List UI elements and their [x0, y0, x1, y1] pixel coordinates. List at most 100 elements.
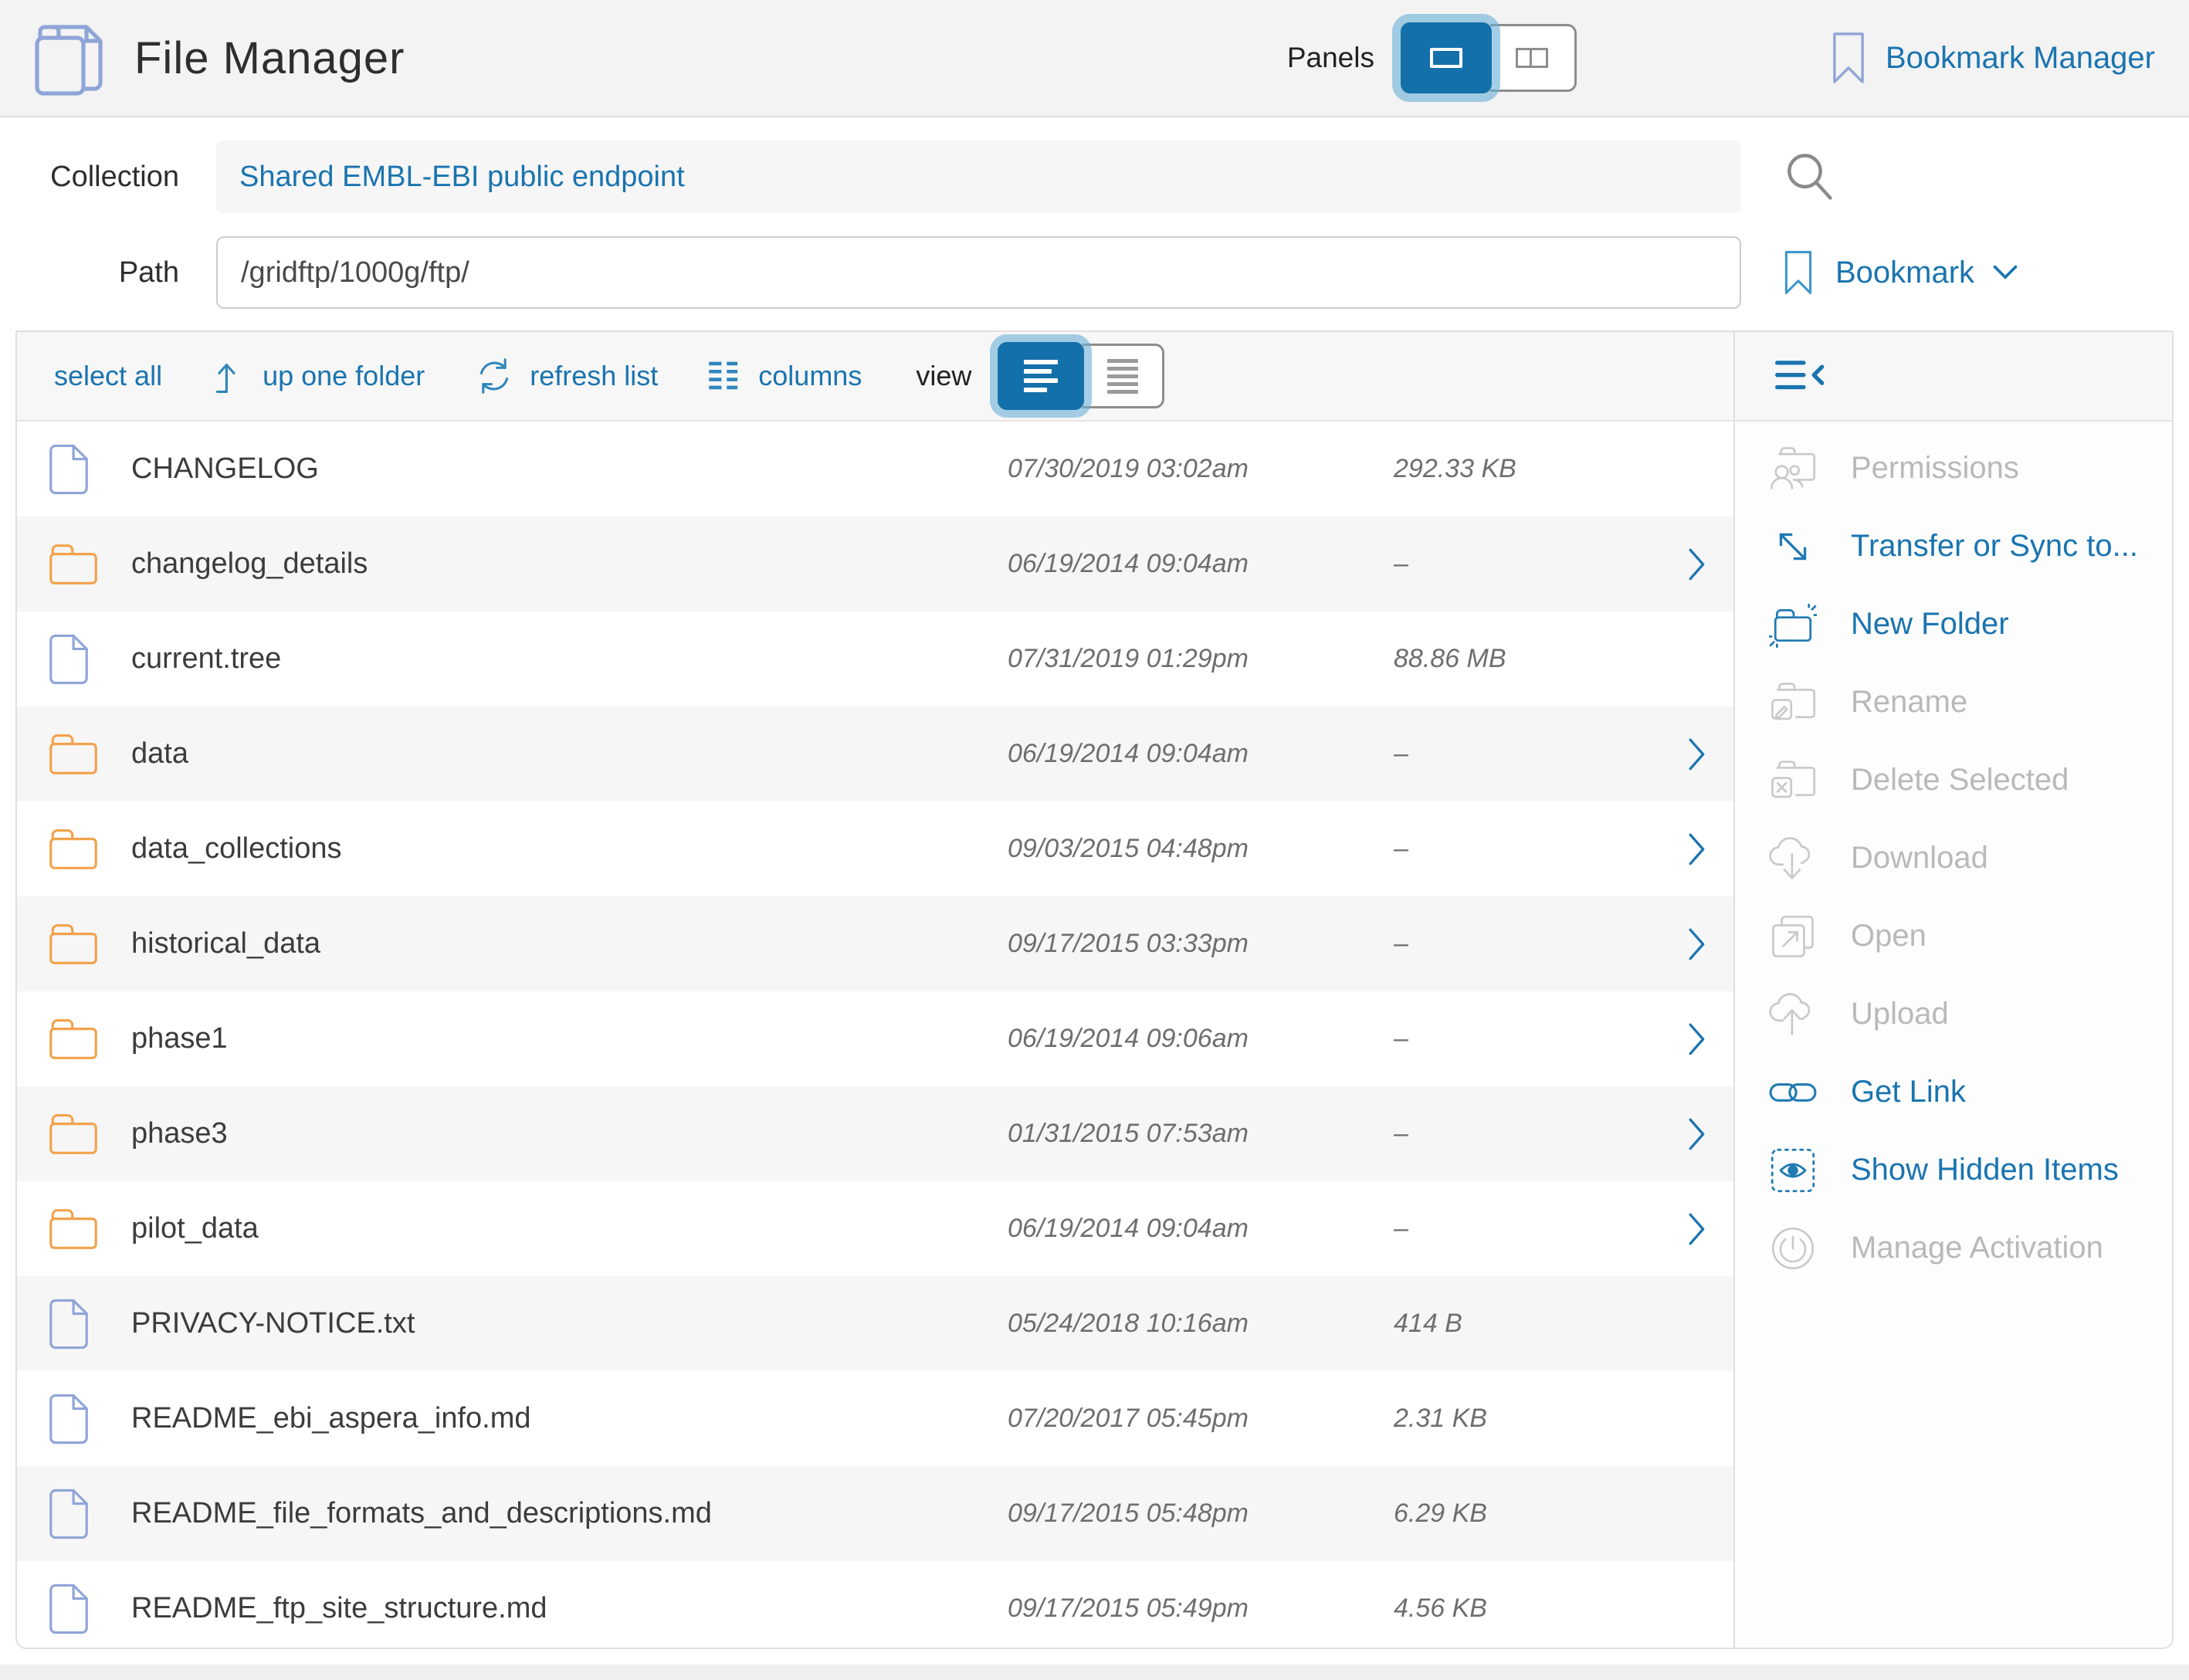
show-hidden-icon: [1769, 1147, 1829, 1194]
file-name: pilot_data: [131, 1212, 1008, 1245]
file-size: 88.86 MB: [1394, 644, 1649, 674]
file-manager-page: File Manager Panels Bookmark Manager Col…: [0, 0, 2189, 1680]
file-modified-date: 09/17/2015 03:33pm: [1008, 929, 1394, 959]
columns-button[interactable]: columns: [707, 359, 862, 393]
sidebar-header: [1735, 332, 2172, 422]
select-all-button[interactable]: select all: [54, 360, 162, 392]
view-label: view: [916, 360, 971, 392]
file-name: changelog_details: [131, 547, 1008, 581]
file-size: –: [1394, 549, 1649, 579]
path-row: Path Bookmark: [34, 236, 2189, 309]
file-row[interactable]: data06/19/2014 09:04am–: [17, 706, 1733, 801]
file-icon: [48, 444, 131, 495]
delete-icon: [1769, 757, 1829, 804]
bookmark-icon: [1784, 250, 1812, 295]
collection-field[interactable]: Shared EMBL-EBI public endpoint: [216, 141, 1741, 213]
file-size: –: [1394, 1214, 1649, 1244]
refresh-list-button[interactable]: refresh list: [474, 356, 658, 396]
file-icon: [48, 634, 131, 685]
chevron-right-icon[interactable]: [1687, 832, 1718, 866]
sidebar-item-rename: Rename: [1735, 663, 2172, 741]
chevron-down-icon: [1993, 265, 2018, 280]
search-button[interactable]: [1784, 151, 1834, 202]
file-row[interactable]: current.tree07/31/2019 01:29pm88.86 MB: [17, 611, 1733, 706]
file-row[interactable]: pilot_data06/19/2014 09:04am–: [17, 1181, 1733, 1276]
file-name: current.tree: [131, 642, 1008, 676]
file-name: data: [131, 737, 1008, 771]
file-manager-icon: [34, 18, 105, 98]
file-modified-date: 07/31/2019 01:29pm: [1008, 644, 1394, 674]
file-row[interactable]: data_collections09/03/2015 04:48pm–: [17, 801, 1733, 896]
sidebar-item-label: Permissions: [1851, 451, 2019, 486]
file-row[interactable]: README_file_formats_and_descriptions.md0…: [17, 1466, 1733, 1561]
file-name: PRIVACY-NOTICE.txt: [131, 1307, 1008, 1340]
sidebar-item-label: Transfer or Sync to...: [1851, 529, 2138, 564]
sidebar-item-get-link[interactable]: Get Link: [1735, 1053, 2172, 1131]
search-icon: [1784, 151, 1834, 202]
file-size: 6.29 KB: [1394, 1499, 1649, 1529]
new-folder-icon: [1769, 601, 1829, 648]
chevron-right-icon[interactable]: [1687, 737, 1718, 771]
file-name: phase3: [131, 1117, 1008, 1150]
single-panel-icon: [1430, 48, 1462, 68]
single-panel-button[interactable]: [1401, 22, 1492, 93]
file-row[interactable]: PRIVACY-NOTICE.txt05/24/2018 10:16am414 …: [17, 1276, 1733, 1371]
file-row[interactable]: CHANGELOG07/30/2019 03:02am292.33 KB: [17, 422, 1733, 517]
bookmark-manager-link[interactable]: Bookmark Manager: [1832, 31, 2155, 85]
sidebar-item-transfer-or-sync-to[interactable]: Transfer or Sync to...: [1735, 507, 2172, 585]
chevron-right-icon[interactable]: [1687, 1117, 1718, 1151]
file-name: README_ftp_site_structure.md: [131, 1592, 1008, 1625]
up-arrow-icon: [212, 357, 247, 395]
get-link-icon: [1769, 1069, 1829, 1116]
location-section: Collection Shared EMBL-EBI public endpoi…: [0, 117, 2189, 329]
file-size: 4.56 KB: [1394, 1594, 1649, 1624]
sidebar-item-new-folder[interactable]: New Folder: [1735, 585, 2172, 663]
file-modified-date: 06/19/2014 09:06am: [1008, 1024, 1394, 1054]
file-size: –: [1394, 929, 1649, 959]
file-row[interactable]: historical_data09/17/2015 03:33pm–: [17, 896, 1733, 991]
up-one-folder-label: up one folder: [263, 360, 425, 392]
file-row[interactable]: changelog_details06/19/2014 09:04am–: [17, 517, 1733, 611]
file-modified-date: 06/19/2014 09:04am: [1008, 1214, 1394, 1244]
sidebar-item-show-hidden-items[interactable]: Show Hidden Items: [1735, 1131, 2172, 1209]
file-icon: [48, 1489, 131, 1539]
file-row[interactable]: README_ftp_site_structure.md09/17/2015 0…: [17, 1561, 1733, 1648]
file-icon: [48, 1583, 131, 1634]
up-one-folder-button[interactable]: up one folder: [212, 357, 425, 395]
chevron-right-icon[interactable]: [1687, 927, 1718, 961]
file-size: 2.31 KB: [1394, 1404, 1649, 1434]
chevron-right-icon[interactable]: [1687, 1022, 1718, 1056]
open-icon: [1769, 913, 1829, 960]
sidebar-item-label: Get Link: [1851, 1075, 1966, 1109]
file-modified-date: 07/20/2017 05:45pm: [1008, 1404, 1394, 1434]
folder-icon: [48, 923, 131, 966]
condensed-view-button[interactable]: [1083, 344, 1164, 408]
manage-activation-icon: [1769, 1225, 1829, 1272]
file-row[interactable]: phase106/19/2014 09:06am–: [17, 991, 1733, 1086]
panels-toggle-group: Panels: [1287, 22, 1577, 93]
file-list: CHANGELOG07/30/2019 03:02am292.33 KBchan…: [17, 422, 1733, 1648]
dual-panel-button[interactable]: [1490, 24, 1577, 92]
file-name: historical_data: [131, 927, 1008, 960]
permissions-icon: [1769, 445, 1829, 492]
folder-icon: [48, 543, 131, 586]
view-toggle: [998, 342, 1164, 410]
file-name: README_file_formats_and_descriptions.md: [131, 1497, 1008, 1530]
bookmark-icon: [1832, 31, 1865, 85]
chevron-right-icon[interactable]: [1687, 1212, 1718, 1246]
file-modified-date: 01/31/2015 07:53am: [1008, 1119, 1394, 1149]
sidebar-item-label: Rename: [1851, 685, 1967, 720]
file-row[interactable]: phase301/31/2015 07:53am–: [17, 1086, 1733, 1181]
refresh-list-label: refresh list: [530, 360, 658, 392]
chevron-right-icon[interactable]: [1687, 547, 1718, 581]
collapse-panel-button[interactable]: [1775, 357, 1826, 395]
file-modified-date: 09/03/2015 04:48pm: [1008, 834, 1394, 864]
path-input[interactable]: [218, 238, 1740, 307]
panels-toggle: [1401, 22, 1577, 93]
list-view-button[interactable]: [998, 342, 1084, 410]
file-row[interactable]: README_ebi_aspera_info.md07/20/2017 05:4…: [17, 1371, 1733, 1466]
action-menu: Permissions Transfer or Sync to... New Fol…: [1735, 422, 2172, 1287]
refresh-icon: [474, 356, 514, 396]
bookmark-dropdown[interactable]: Bookmark: [1784, 250, 2018, 295]
sidebar-item-label: Manage Activation: [1851, 1231, 2103, 1265]
